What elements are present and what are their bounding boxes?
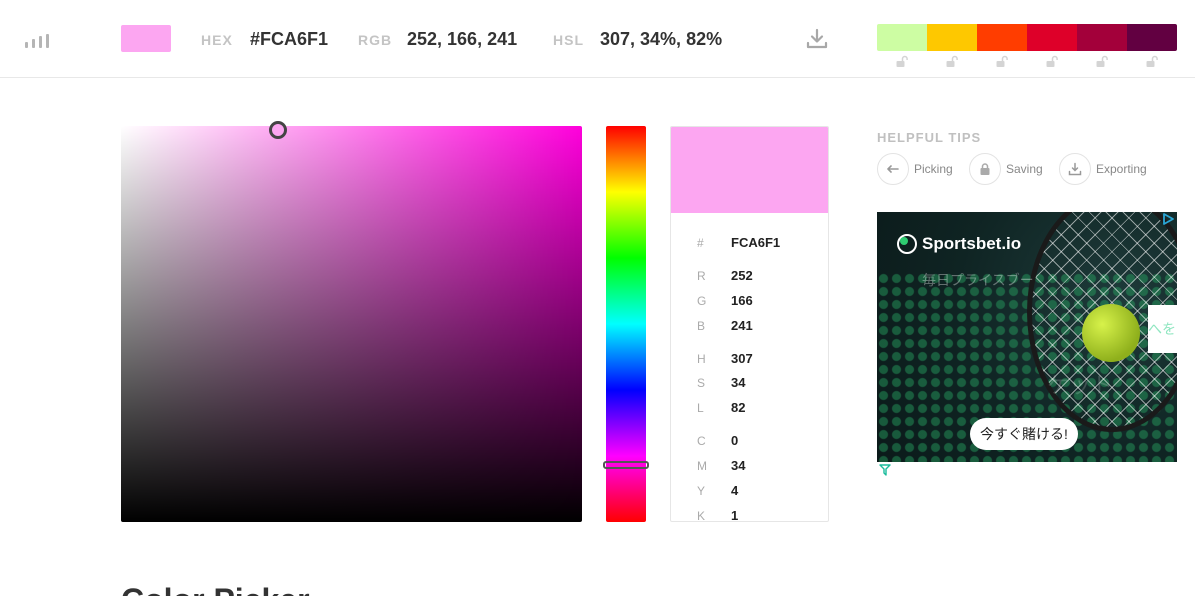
info-row-h: H 307 — [697, 351, 753, 366]
unlock-icon — [1146, 55, 1158, 67]
tip-picking[interactable]: Picking — [877, 153, 953, 185]
hsl-value[interactable]: 307, 34%, 82% — [600, 29, 722, 50]
info-key: H — [697, 352, 706, 366]
tip-saving[interactable]: Saving — [969, 153, 1043, 185]
info-row-y: Y4 — [697, 483, 738, 498]
palette-locks — [877, 55, 1177, 69]
info-value[interactable]: 4 — [731, 483, 738, 498]
palette-color-2[interactable] — [927, 24, 977, 51]
info-key: B — [697, 319, 706, 333]
info-key: R — [697, 269, 706, 283]
unlock-icon — [946, 55, 958, 67]
section-title: Color Picker — [121, 582, 310, 596]
color-palette — [877, 24, 1177, 51]
info-row-k: K1 — [697, 508, 738, 522]
ad-brand: Sportsbet.io — [897, 234, 1021, 254]
ad-feedback-flag-icon[interactable] — [879, 463, 891, 476]
info-value[interactable]: 1 — [731, 508, 738, 521]
info-row-l: L 82 — [697, 400, 745, 415]
info-key: G — [697, 294, 707, 308]
palette-lock-4[interactable] — [1027, 55, 1077, 69]
info-row-c: C0 — [697, 433, 738, 448]
info-key: S — [697, 376, 706, 390]
hex-label: HEX — [201, 32, 233, 48]
info-value[interactable]: 34 — [731, 375, 745, 390]
info-row-s: S 34 — [697, 375, 745, 390]
hsl-label: HSL — [553, 32, 584, 48]
info-value[interactable]: 34 — [731, 458, 745, 473]
unlock-icon — [1046, 55, 1058, 67]
download-icon — [1059, 153, 1091, 185]
info-value[interactable]: 0 — [731, 433, 738, 448]
info-row-hex: # FCA6F1 — [697, 235, 780, 250]
saturation-brightness-area[interactable] — [121, 120, 582, 522]
info-value[interactable]: 241 — [731, 318, 753, 333]
tip-exporting[interactable]: Exporting — [1059, 153, 1147, 185]
color-info-card: # FCA6F1 R 252 G 166 B 241 H 307 S 34 L 82 C 0 M 34 Y 4 K 1 — [670, 126, 829, 522]
sportsbet-logo-icon — [897, 234, 917, 254]
info-row-b: B 241 — [697, 318, 753, 333]
unlock-icon — [896, 55, 908, 67]
current-color-swatch[interactable] — [121, 25, 171, 52]
palette-lock-5[interactable] — [1077, 55, 1127, 69]
tip-label: Picking — [914, 162, 953, 176]
palette-lock-6[interactable] — [1127, 55, 1177, 69]
palette-color-4[interactable] — [1027, 24, 1077, 51]
download-icon[interactable] — [805, 27, 829, 51]
color-selector-handle[interactable] — [268, 120, 287, 139]
ad-brand-name: Sportsbet.io — [922, 234, 1022, 253]
info-row-g: G 166 — [697, 293, 753, 308]
info-value[interactable]: 252 — [731, 268, 753, 283]
tip-label: Saving — [1006, 162, 1043, 176]
palette-color-5[interactable] — [1077, 24, 1127, 51]
info-key: L — [697, 401, 704, 415]
advertisement-banner[interactable]: Sportsbet.io 毎日プライスブー ケット へを 今すぐ賭ける! — [877, 212, 1177, 462]
info-value[interactable]: 166 — [731, 293, 753, 308]
palette-color-1[interactable] — [877, 24, 927, 51]
palette-color-6[interactable] — [1127, 24, 1177, 51]
rgb-label: RGB — [358, 32, 393, 48]
info-key: Y — [697, 484, 706, 498]
ad-subtitle: 毎日プライスブー — [922, 272, 1034, 288]
info-value[interactable]: FCA6F1 — [731, 235, 780, 250]
lock-icon — [969, 153, 1001, 185]
helpful-tips-title: HELPFUL TIPS — [877, 130, 982, 145]
tennis-ball-image — [1082, 304, 1140, 362]
info-row-r: R 252 — [697, 268, 753, 283]
ad-cta-button[interactable]: 今すぐ賭ける! — [970, 418, 1078, 450]
info-key: K — [697, 509, 706, 522]
bars-menu-icon[interactable] — [25, 32, 51, 48]
hex-value[interactable]: #FCA6F1 — [250, 29, 328, 50]
palette-color-3[interactable] — [977, 24, 1027, 51]
palette-lock-3[interactable] — [977, 55, 1027, 69]
color-preview-swatch — [671, 127, 828, 213]
info-key: C — [697, 434, 706, 448]
ad-side-text: へを — [1148, 305, 1177, 353]
info-key: M — [697, 459, 707, 473]
adchoices-icon[interactable] — [1161, 212, 1175, 226]
arrow-left-icon — [877, 153, 909, 185]
info-value[interactable]: 82 — [731, 400, 745, 415]
palette-lock-2[interactable] — [927, 55, 977, 69]
tip-label: Exporting — [1096, 162, 1147, 176]
info-value[interactable]: 307 — [731, 351, 753, 366]
unlock-icon — [1096, 55, 1108, 67]
top-bar: HEX #FCA6F1 RGB 252, 166, 241 HSL 307, 3… — [0, 0, 1195, 78]
unlock-icon — [996, 55, 1008, 67]
palette-lock-1[interactable] — [877, 55, 927, 69]
hue-slider-handle[interactable] — [603, 460, 649, 469]
rgb-value[interactable]: 252, 166, 241 — [407, 29, 517, 50]
ad-ghost-text: ケット — [1047, 373, 1114, 398]
info-row-m: M 34 — [697, 458, 745, 473]
info-key: # — [697, 236, 704, 250]
